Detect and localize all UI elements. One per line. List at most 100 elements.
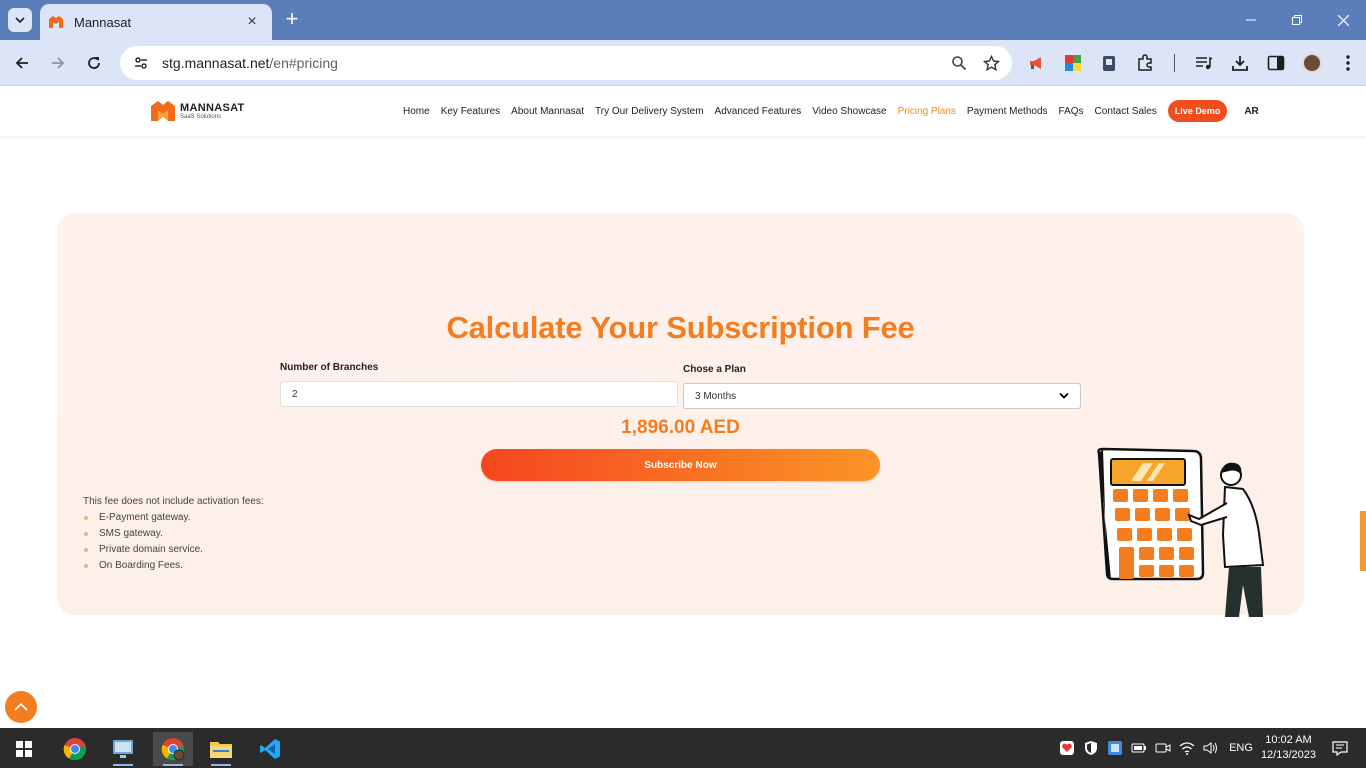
puzzle-extensions-icon[interactable] [1132,49,1158,77]
nav-contact-sales[interactable]: Contact Sales [1095,106,1157,117]
nav-home[interactable]: Home [403,106,430,117]
running-indicator [113,764,133,766]
browser-toolbar: stg.mannasat.net/en#pricing [0,40,1366,86]
download-icon[interactable] [1227,49,1253,77]
back-to-top-button[interactable] [5,691,37,723]
system-tray: ENG 10:02 AM 12/13/2023 [1055,728,1366,768]
tab-search-button[interactable] [8,8,32,32]
nav-delivery-system[interactable]: Try Our Delivery System [595,106,704,117]
tab-title: Mannasat [74,14,132,30]
url-path: /en#pricing [269,55,338,71]
heart-app-icon[interactable] [1055,736,1079,760]
language-toggle[interactable]: AR [1244,106,1258,117]
arrow-up-icon [14,702,28,711]
nav-about[interactable]: About Mannasat [511,106,584,117]
taskbar-vscode[interactable] [250,732,290,766]
fee-exclusions-note: This fee does not include activation fee… [83,494,264,574]
mannasat-logo-icon [151,101,175,121]
chevron-down-icon [15,17,25,24]
browser-menu-button[interactable] [1335,49,1361,77]
megaphone-extension-icon[interactable] [1024,49,1050,77]
system-clock[interactable]: 10:02 AM 12/13/2023 [1261,733,1316,763]
web-page: MANNASAT SaaS Solutions Home Key Feature… [0,87,1366,728]
list-item: SMS gateway. [83,526,264,542]
site-header: MANNASAT SaaS Solutions Home Key Feature… [0,87,1366,136]
logo-subtitle: SaaS Solutions [180,113,222,120]
calculator-title: Calculate Your Subscription Fee [446,310,915,345]
input-language[interactable]: ENG [1229,742,1253,754]
site-info-icon[interactable] [132,54,150,72]
nav-video-showcase[interactable]: Video Showcase [812,106,886,117]
url-host: stg.mannasat.net [162,55,270,71]
site-logo[interactable]: MANNASAT SaaS Solutions [150,99,245,123]
reload-button[interactable] [80,49,108,77]
logo-name: MANNASAT [180,101,245,114]
taskbar-chrome[interactable] [55,732,95,766]
network-drive-icon[interactable] [1103,736,1127,760]
address-bar[interactable]: stg.mannasat.net/en#pricing [120,46,1012,80]
clock-time: 10:02 AM [1265,734,1312,746]
mannasat-favicon-icon [49,16,63,28]
running-indicator [211,764,231,766]
side-panel-icon[interactable] [1263,49,1289,77]
arrow-right-icon [52,57,65,69]
media-queue-icon[interactable] [1191,49,1217,77]
chevron-down-icon [1059,392,1069,399]
arrow-left-icon [15,57,28,69]
profile-avatar[interactable] [1299,49,1325,77]
url-text: stg.mannasat.net/en#pricing [162,55,951,71]
nav-pricing-plans[interactable]: Pricing Plans [898,106,956,117]
battery-icon[interactable] [1127,736,1151,760]
minimize-icon [1246,19,1256,21]
nav-faqs[interactable]: FAQs [1059,106,1084,117]
scrollbar-accent[interactable] [1360,511,1366,571]
window-controls [1228,0,1366,40]
browser-tab-active[interactable]: Mannasat × [40,4,272,40]
forward-button[interactable] [44,49,72,77]
color-palette-extension-icon[interactable] [1060,49,1086,77]
subscription-calculator-card: Calculate Your Subscription Fee Number o… [57,213,1304,617]
clipboard-extension-icon[interactable] [1096,49,1122,77]
minimize-button[interactable] [1228,0,1274,40]
live-demo-button[interactable]: Live Demo [1167,100,1228,122]
windows-icon [16,741,32,757]
close-icon [1337,14,1349,26]
vscode-icon [260,739,280,759]
taskbar-file-explorer[interactable] [201,732,241,766]
taskbar-remote-desktop[interactable] [103,732,143,766]
fee-exclusions-list: E-Payment gateway. SMS gateway. Private … [83,510,264,574]
back-button[interactable] [8,49,36,77]
reload-icon [88,57,100,69]
main-navigation: Home Key Features About Mannasat Try Our… [403,100,1259,122]
security-shield-icon[interactable] [1079,736,1103,760]
folder-icon [210,742,232,758]
volume-icon[interactable] [1199,736,1223,760]
remote-desktop-icon [113,740,133,758]
taskbar-chrome-profile[interactable] [153,732,193,766]
nav-key-features[interactable]: Key Features [441,106,500,117]
branches-input[interactable]: 2 [280,381,678,407]
list-item: E-Payment gateway. [83,510,264,526]
nav-advanced-features[interactable]: Advanced Features [715,106,802,117]
list-item: Private domain service. [83,542,264,558]
tab-close-icon[interactable]: × [242,14,262,30]
subscribe-now-button[interactable]: Subscribe Now [481,449,880,481]
close-window-button[interactable] [1320,0,1366,40]
plan-select[interactable]: 3 Months [683,383,1081,409]
fee-total: 1,896.00 AED [621,417,740,438]
browser-tab-bar: Mannasat × + [0,0,1366,40]
meet-now-icon[interactable] [1151,736,1175,760]
restore-button[interactable] [1274,0,1320,40]
fee-note-title: This fee does not include activation fee… [83,496,264,507]
notifications-icon[interactable] [1328,736,1352,760]
wifi-icon[interactable] [1175,736,1199,760]
new-tab-button[interactable]: + [280,8,304,32]
windows-taskbar: ENG 10:02 AM 12/13/2023 [0,728,1366,768]
start-button[interactable] [4,732,44,766]
nav-payment-methods[interactable]: Payment Methods [967,106,1048,117]
branches-label: Number of Branches [280,362,379,373]
zoom-icon[interactable] [951,55,967,71]
bookmark-star-icon[interactable] [983,54,1000,72]
list-item: On Boarding Fees. [83,558,264,574]
more-vertical-icon [1346,55,1350,71]
